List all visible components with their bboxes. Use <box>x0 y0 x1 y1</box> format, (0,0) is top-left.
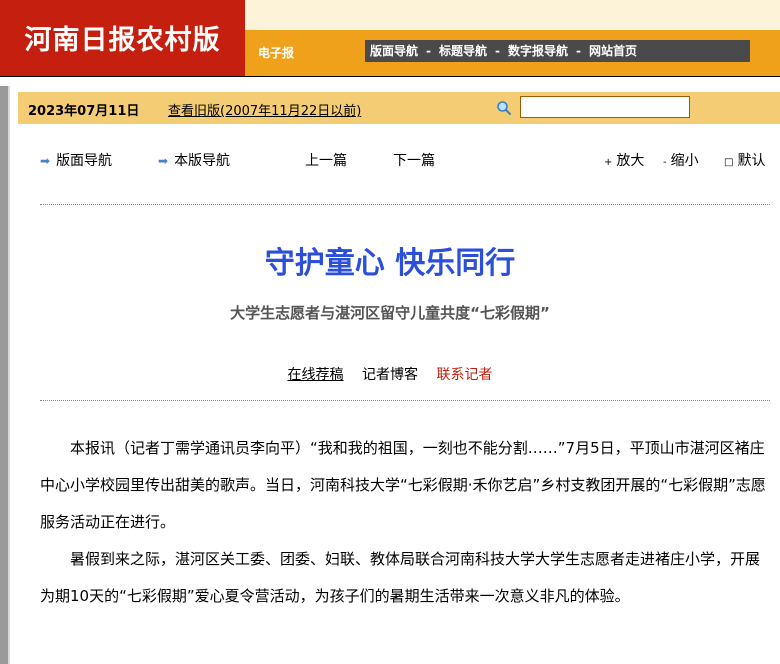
arrow-right-icon: ➡ <box>40 154 51 168</box>
prev-article-link[interactable]: 上一篇 <box>305 150 347 170</box>
contact-reporter-link[interactable]: 联系记者 <box>436 367 492 383</box>
arrow-right-icon: ➡ <box>158 154 169 168</box>
default-size-button[interactable]: □ 默认 <box>724 150 765 170</box>
banner-nav-page[interactable]: 版面导航 <box>370 44 418 58</box>
banner-nav-titles[interactable]: 标题导航 <box>439 44 487 58</box>
article-nav: ➡ 版面导航 ➡ 本版导航 上一篇 下一篇 + 放大 - 缩小 □ 默认 <box>0 150 780 174</box>
search-input[interactable] <box>520 96 690 118</box>
article-body: 本报讯（记者丁需学通讯员李向平）“我和我的祖国，一刻也不能分割……”7月5日，平… <box>40 430 770 615</box>
reporter-blog-link[interactable]: 记者博客 <box>362 367 418 383</box>
banner-divider <box>0 76 780 77</box>
site-banner: 河南日报农村版 电子报 版面导航 - 标题导航 - 数字报导航 - 网站首页 <box>0 0 780 77</box>
zoom-out-button[interactable]: - 缩小 <box>663 150 699 170</box>
minus-icon: - <box>663 157 667 168</box>
article-title: 守护童心 快乐同行 <box>264 246 516 281</box>
issue-date: 2023年07月11日 <box>28 104 140 119</box>
divider-top <box>40 204 770 205</box>
site-title[interactable]: 河南日报农村版 <box>0 18 245 57</box>
search-icon[interactable] <box>496 100 512 116</box>
plus-icon: + <box>604 157 613 168</box>
edition-nav-link[interactable]: ➡ 本版导航 <box>158 150 230 170</box>
page-nav-link[interactable]: ➡ 版面导航 <box>40 150 112 170</box>
article-paragraph: 暑假到来之际，湛河区关工委、团委、妇联、教体局联合河南科技大学大学生志愿者走进褚… <box>40 550 761 605</box>
banner-subtitle: 电子报 <box>258 46 295 60</box>
zoom-in-button[interactable]: + 放大 <box>604 150 644 170</box>
banner-nav-home[interactable]: 网站首页 <box>589 44 637 58</box>
article-subtitle: 大学生志愿者与湛河区留守儿童共度“七彩假期” <box>230 304 550 322</box>
square-icon: □ <box>724 157 734 168</box>
next-article-link[interactable]: 下一篇 <box>393 150 435 170</box>
article-links: 在线荐稿 记者博客 联系记者 <box>0 364 780 384</box>
old-version-link[interactable]: 查看旧版(2007年11月22日以前) <box>168 100 361 119</box>
article-paragraph: 本报讯（记者丁需学通讯员李向平）“我和我的祖国，一刻也不能分割……”7月5日，平… <box>40 439 766 531</box>
online-submit-link[interactable]: 在线荐稿 <box>288 367 344 383</box>
banner-nav-digital[interactable]: 数字报导航 <box>508 44 568 58</box>
banner-nav: 版面导航 - 标题导航 - 数字报导航 - 网站首页 <box>370 44 638 58</box>
divider-bottom <box>40 400 770 401</box>
